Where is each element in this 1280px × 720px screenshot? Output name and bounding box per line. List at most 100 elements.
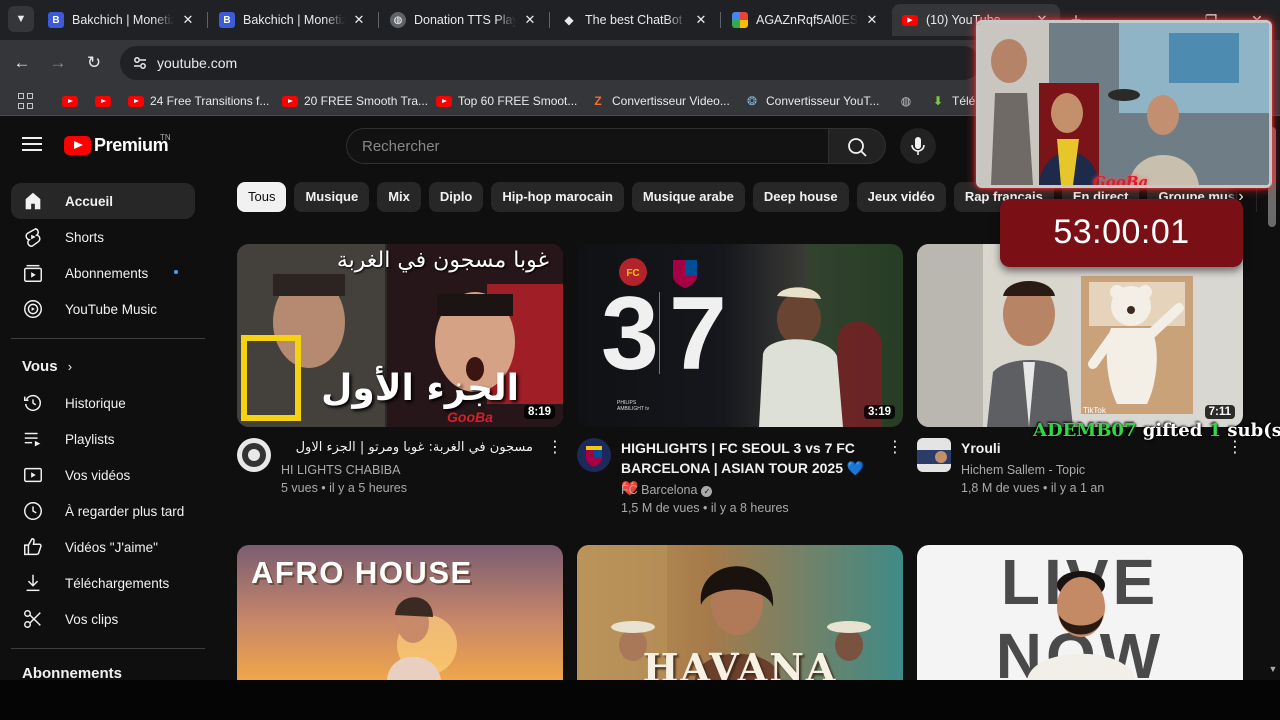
chip-tous[interactable]: Tous	[237, 182, 287, 212]
sidebar-item-label: Historique	[65, 395, 126, 411]
youtube-icon	[128, 95, 144, 107]
more-options-icon[interactable]: ⋮	[547, 440, 563, 456]
video-meta: 5 vues • il y a 5 heures	[281, 481, 407, 495]
youtube-favicon-icon: ▶	[902, 14, 918, 26]
browser-tab-5[interactable]: AGAZnRqf5Al0ESu ✕	[722, 4, 890, 36]
sidebar-item-label: YouTube Music	[65, 301, 158, 317]
channel-name[interactable]: HI LIGHTS CHABIBA	[281, 463, 400, 477]
tab-separator	[378, 12, 379, 28]
apps-grid-icon[interactable]	[18, 93, 34, 109]
sidebar-item-playlists[interactable]: Playlists	[11, 421, 195, 457]
channel-name[interactable]: Hichem Sallem - Topic	[961, 463, 1085, 477]
forward-button[interactable]: →	[45, 50, 71, 76]
tab-close-icon[interactable]: ✕	[180, 12, 196, 28]
sidebar-item-liked-videos[interactable]: Vidéos "J'aime"	[11, 529, 195, 565]
globe-icon: ◍	[900, 94, 912, 108]
chip-musique-arabe[interactable]: Musique arabe	[631, 182, 745, 212]
subathon-timer: 53:00:01	[1000, 199, 1243, 267]
channel-avatar[interactable]	[917, 438, 951, 472]
video-title[interactable]: مسجون في الغربة: غوبا ومرتو | الجزء الاو…	[281, 438, 533, 458]
tab-separator	[720, 12, 721, 28]
more-options-icon[interactable]: ⋮	[1227, 440, 1243, 456]
more-options-icon[interactable]: ⋮	[887, 440, 903, 456]
voice-search-button[interactable]	[900, 128, 936, 164]
sidebar-you-heading[interactable]: Vous ›	[22, 358, 72, 375]
bookmark-label: 20 FREE Smooth Tra...	[304, 94, 429, 108]
video-title[interactable]: Yrouli	[961, 438, 1221, 458]
sidebar-item-accueil[interactable]: Accueil	[11, 183, 195, 219]
bookmark-youtube-2[interactable]	[95, 91, 117, 111]
tab-close-icon[interactable]: ✕	[522, 12, 538, 28]
logo-country-code: TN	[160, 133, 171, 142]
channel-avatar[interactable]	[577, 438, 611, 472]
bookmark-youtube-1[interactable]	[62, 91, 84, 111]
chip-deep-house[interactable]: Deep house	[752, 182, 849, 212]
reload-button[interactable]: ↻	[81, 50, 107, 76]
thumbnail-score-home: 3	[601, 276, 659, 392]
sidebar-item-watch-later[interactable]: À regarder plus tard	[11, 493, 195, 529]
channel-avatar[interactable]	[237, 438, 271, 472]
browser-tab-1[interactable]: B Bakchich | Monetiz ✕	[38, 4, 206, 36]
sidebar-item-abonnements[interactable]: Abonnements	[11, 255, 195, 291]
bookmark-label: Télé	[952, 94, 976, 108]
back-button[interactable]: ←	[9, 50, 35, 76]
video-thumbnail-6[interactable]: LIVE NOW	[917, 545, 1243, 680]
address-bar[interactable]: youtube.com	[120, 46, 980, 80]
browser-tab-2[interactable]: B Bakchich | Monetiz ✕	[209, 4, 377, 36]
search-icon	[848, 138, 867, 157]
sidebar-item-label: Vos vidéos	[65, 467, 131, 483]
chip-jeux-video[interactable]: Jeux vidéo	[856, 182, 946, 212]
bookmark-item[interactable]: ❂ Convertisseur YouT...	[744, 91, 879, 111]
chip-diplo[interactable]: Diplo	[428, 182, 484, 212]
sidebar-item-historique[interactable]: Historique	[11, 385, 195, 421]
thumbnail-artwork	[1027, 571, 1135, 680]
scroll-down-arrow-icon[interactable]: ▼	[1266, 664, 1280, 678]
sidebar-item-downloads[interactable]: Téléchargements	[11, 565, 195, 601]
chip-mix[interactable]: Mix	[377, 182, 421, 212]
menu-hamburger-icon[interactable]	[22, 137, 42, 153]
bookmark-item[interactable]: Z Convertisseur Video...	[590, 91, 730, 111]
bakchich-favicon-icon: B	[48, 12, 64, 28]
history-icon	[21, 391, 45, 415]
channel-name[interactable]: FC Barcelona ✓	[621, 483, 713, 497]
browser-tab-4[interactable]: ◆ The best ChatBot a ✕	[551, 4, 719, 36]
scissors-icon	[21, 607, 45, 631]
sidebar-divider	[11, 338, 205, 339]
search-button[interactable]	[828, 128, 886, 164]
sidebar-item-label: Abonnements	[65, 265, 149, 281]
video-thumbnail-2[interactable]: FC 3 7 PHILIPS AMBILIGHT tv 3:19	[577, 244, 903, 427]
video-thumbnail-4[interactable]: AFRO HOUSE	[237, 545, 563, 680]
sidebar-subscriptions-heading: Abonnements	[22, 665, 123, 680]
microphone-icon	[911, 137, 925, 155]
bookmark-globe[interactable]: ◍	[898, 91, 920, 111]
home-icon	[21, 189, 45, 213]
bookmark-item[interactable]: 24 Free Transitions f...	[128, 91, 269, 111]
playlists-icon	[21, 427, 45, 451]
tab-search-dropdown-icon[interactable]: ▼	[8, 6, 34, 32]
tab-close-icon[interactable]: ✕	[693, 12, 709, 28]
chip-musique[interactable]: Musique	[294, 182, 370, 212]
bookmark-item[interactable]: 20 FREE Smooth Tra...	[282, 91, 428, 111]
tab-close-icon[interactable]: ✕	[351, 12, 367, 28]
webcam-overlay: GooBa	[976, 20, 1272, 188]
browser-tab-3[interactable]: ◍ Donation TTS Playe ✕	[380, 4, 548, 36]
video-thumbnail-5[interactable]: HAVANA	[577, 545, 903, 680]
new-content-dot	[174, 270, 178, 274]
bookmark-item[interactable]: Top 60 FREE Smoot...	[436, 91, 577, 111]
gift-count: 1	[1208, 420, 1222, 441]
sidebar-item-youtube-music[interactable]: YouTube Music	[11, 291, 195, 327]
music-icon	[21, 297, 45, 321]
sidebar-item-clips[interactable]: Vos clips	[11, 601, 195, 637]
sidebar-item-shorts[interactable]: Shorts	[11, 219, 195, 255]
bookmark-item[interactable]: ⬇ Télé	[930, 91, 975, 111]
video-thumbnail-1[interactable]: غوبا مسجون في الغربة الجزء الأول GooBa 8…	[237, 244, 563, 427]
video-thumbnail-3[interactable]: TikTok 7:11	[917, 244, 1243, 427]
tab-close-icon[interactable]: ✕	[864, 12, 880, 28]
youtube-premium-logo[interactable]: Premium	[64, 135, 169, 156]
thumbnail-sponsor: PHILIPS AMBILIGHT tv	[617, 400, 650, 412]
sidebar-item-vos-videos[interactable]: Vos vidéos	[11, 457, 195, 493]
youtube-icon	[436, 95, 452, 107]
search-input[interactable]	[347, 129, 828, 163]
chip-hiphop-marocain[interactable]: Hip-hop marocain	[491, 182, 624, 212]
site-settings-icon[interactable]	[132, 55, 148, 71]
